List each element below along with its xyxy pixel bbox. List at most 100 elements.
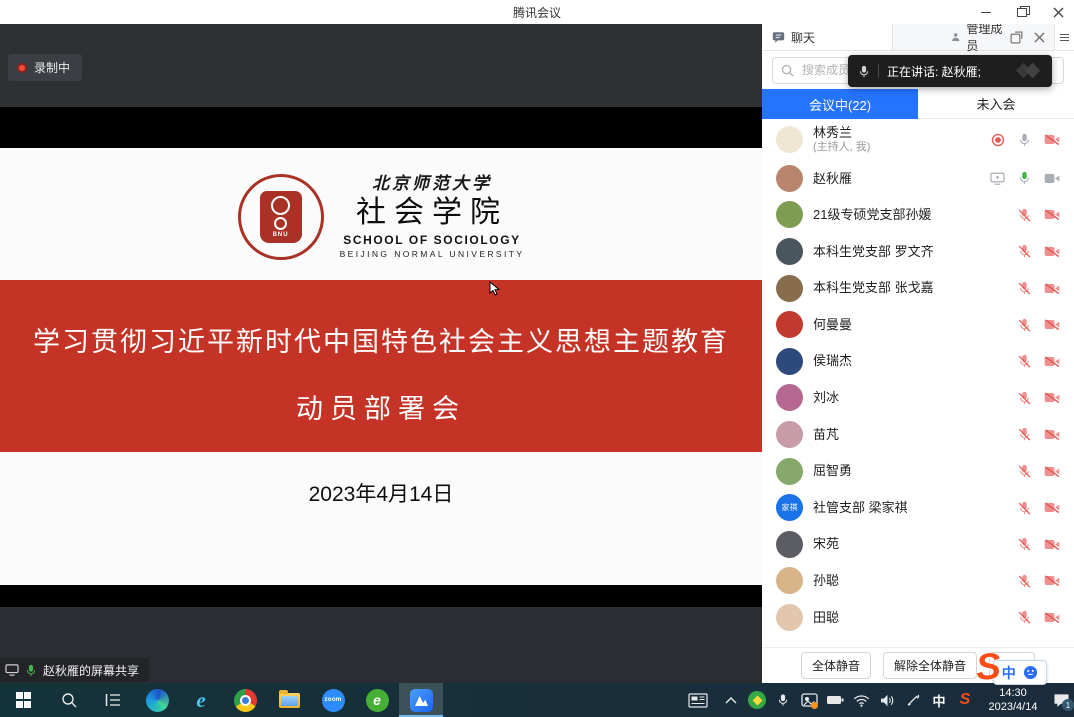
- action-center-button[interactable]: 1: [1048, 683, 1074, 717]
- tray-sogou-button[interactable]: S: [952, 683, 978, 717]
- tray-volume-button[interactable]: [874, 683, 900, 717]
- taskbar-chrome-button[interactable]: [223, 683, 267, 717]
- tray-antivirus-button[interactable]: [744, 683, 770, 717]
- mic-off-icon[interactable]: [1018, 391, 1031, 405]
- mic-off-icon[interactable]: [1018, 574, 1031, 588]
- participant-status-icons: [1018, 318, 1060, 332]
- mic-off-icon[interactable]: [1018, 244, 1031, 258]
- tray-mic-button[interactable]: [770, 683, 796, 717]
- news-widget-button[interactable]: [678, 683, 718, 717]
- tray-screenshot-button[interactable]: [796, 683, 822, 717]
- taskbar-explorer-button[interactable]: [267, 683, 311, 717]
- tray-language-button[interactable]: 中: [926, 683, 952, 717]
- participant-row[interactable]: 屈智勇: [762, 453, 1074, 490]
- avatar: [776, 275, 803, 302]
- taskbar-360-button[interactable]: e: [355, 683, 399, 717]
- mic-off-icon[interactable]: [1018, 501, 1031, 515]
- sogou-logo-icon[interactable]: S: [975, 649, 1002, 684]
- participant-row[interactable]: 家祺 社管支部 梁家祺: [762, 489, 1074, 526]
- tab-in-meeting[interactable]: 会议中(22): [762, 89, 918, 119]
- tray-expand-button[interactable]: [718, 683, 744, 717]
- tab-manage-members[interactable]: 管理成员: [892, 24, 1054, 50]
- taskbar-ie-button[interactable]: e: [179, 683, 223, 717]
- cam-off-icon[interactable]: [1044, 208, 1060, 221]
- taskbar-zoom-button[interactable]: zoom: [311, 683, 355, 717]
- participant-row[interactable]: 林秀兰 (主持人, 我): [762, 119, 1074, 160]
- tab-not-joined[interactable]: 未入会: [918, 89, 1074, 119]
- cam-off-icon[interactable]: [1044, 611, 1060, 624]
- panel-menu-button[interactable]: [1054, 24, 1074, 50]
- mute-all-button[interactable]: 全体静音: [801, 652, 871, 679]
- tab-chat[interactable]: 聊天: [762, 24, 892, 50]
- window-controls: [980, 0, 1064, 24]
- share-icon[interactable]: [990, 172, 1005, 185]
- participant-status-icons: [1018, 574, 1060, 588]
- close-button[interactable]: [1052, 6, 1064, 18]
- cam-off-icon[interactable]: [1044, 428, 1060, 441]
- participant-row[interactable]: 何曼曼: [762, 306, 1074, 343]
- cam-off-icon[interactable]: [1044, 574, 1060, 587]
- taskbar-search-button[interactable]: [47, 683, 91, 717]
- mic-off-icon[interactable]: [1018, 318, 1031, 332]
- cam-off-icon[interactable]: [1044, 501, 1060, 514]
- participant-row[interactable]: 侯瑞杰: [762, 343, 1074, 380]
- mic-on-icon[interactable]: [1018, 133, 1031, 147]
- participant-row[interactable]: 孙聪: [762, 563, 1074, 600]
- mic-icon: [777, 693, 789, 707]
- participant-row[interactable]: 宋苑: [762, 526, 1074, 563]
- unmute-all-button[interactable]: 解除全体静音: [883, 652, 977, 679]
- mic-off-icon[interactable]: [1018, 208, 1031, 222]
- tray-network-button[interactable]: [848, 683, 874, 717]
- mic-off-icon[interactable]: [1018, 537, 1031, 551]
- mic-off-icon[interactable]: [1018, 281, 1031, 295]
- taskbar-tencent-meeting-button[interactable]: [399, 683, 443, 717]
- mic-off-icon[interactable]: [1018, 464, 1031, 478]
- taskbar-clock[interactable]: 14:30 2023/4/14: [978, 686, 1048, 715]
- cam-off-icon[interactable]: [1044, 282, 1060, 295]
- cam-off-icon[interactable]: [1044, 245, 1060, 258]
- tray-battery-button[interactable]: [822, 683, 848, 717]
- participant-row[interactable]: 刘冰: [762, 380, 1074, 417]
- participant-name: 屈智勇: [813, 463, 852, 479]
- record-icon[interactable]: [991, 133, 1005, 147]
- avatar: [776, 238, 803, 265]
- participant-name: 21级专硕党支部孙媛: [813, 207, 931, 223]
- start-button[interactable]: [0, 683, 47, 717]
- mouse-cursor: [489, 281, 500, 301]
- avatar: 家祺: [776, 494, 803, 521]
- tab-chat-label: 聊天: [791, 29, 815, 46]
- ime-language-indicator[interactable]: 中: [1002, 663, 1016, 683]
- ime-emoji-icon[interactable]: [1023, 665, 1038, 680]
- slide-letterbox-bottom: [0, 585, 762, 607]
- cam-off-icon[interactable]: [1044, 465, 1060, 478]
- participant-row[interactable]: 21级专硕党支部孙媛: [762, 197, 1074, 234]
- cam-off-icon[interactable]: [1044, 133, 1060, 146]
- mic-off-icon[interactable]: [1018, 427, 1031, 441]
- cam-off-icon[interactable]: [1044, 538, 1060, 551]
- cam-off-icon[interactable]: [1044, 391, 1060, 404]
- mic-off-icon[interactable]: [1018, 354, 1031, 368]
- minimize-button[interactable]: [980, 6, 992, 18]
- participant-row[interactable]: 本科生党支部 罗文齐: [762, 233, 1074, 270]
- cam-on-icon[interactable]: [1044, 172, 1060, 185]
- participant-row[interactable]: 苗芃: [762, 416, 1074, 453]
- recording-badge[interactable]: 录制中: [8, 54, 82, 81]
- participant-row[interactable]: 赵秋雁: [762, 160, 1074, 197]
- cam-off-icon[interactable]: [1044, 355, 1060, 368]
- mic-off-icon[interactable]: [1018, 610, 1031, 624]
- participant-row[interactable]: 田聪: [762, 599, 1074, 636]
- task-view-button[interactable]: [91, 683, 135, 717]
- close-panel-icon[interactable]: [1034, 32, 1045, 43]
- participant-status-icons: [1018, 610, 1060, 624]
- restore-button[interactable]: [1016, 6, 1028, 18]
- cam-off-icon[interactable]: [1044, 318, 1060, 331]
- popout-panel-icon[interactable]: [1010, 31, 1023, 44]
- tray-pen-button[interactable]: [900, 683, 926, 717]
- avatar: [776, 567, 803, 594]
- screen-share-badge[interactable]: 赵秋雁的屏幕共享: [0, 658, 149, 682]
- participant-row[interactable]: 本科生党支部 张戈嘉: [762, 270, 1074, 307]
- monitor-icon: [5, 664, 19, 676]
- file-explorer-icon: [279, 693, 300, 708]
- taskbar-edge-button[interactable]: [135, 683, 179, 717]
- mic-speaking-icon[interactable]: [1018, 171, 1031, 185]
